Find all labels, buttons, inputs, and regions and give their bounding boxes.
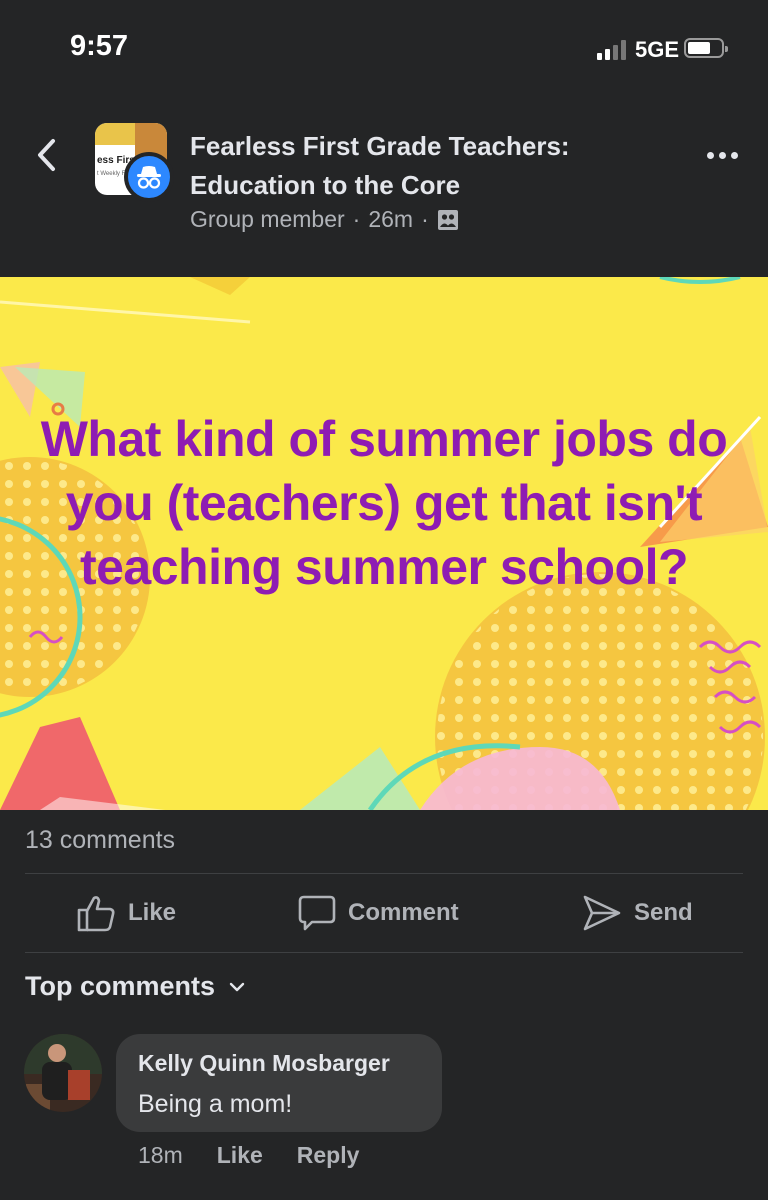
comment-timestamp: 18m: [138, 1142, 183, 1168]
status-bar: 9:57 5GE: [0, 0, 768, 100]
clock: 9:57: [70, 30, 129, 62]
anonymous-member-badge-icon: [124, 152, 174, 202]
meta-separator: ·: [352, 206, 361, 232]
like-button[interactable]: Like: [76, 888, 176, 938]
battery-icon: [684, 38, 728, 58]
comment-reply-button[interactable]: Reply: [297, 1142, 360, 1169]
post-timestamp[interactable]: 26m: [368, 206, 413, 233]
post-image-text: What kind of summer jobs do you (teacher…: [40, 411, 728, 595]
membership-label: Group member: [190, 206, 345, 232]
comment-bubble[interactable]: Kelly Quinn Mosbarger Being a mom!: [116, 1034, 442, 1132]
comment-sort-dropdown[interactable]: Top comments: [25, 971, 245, 1002]
avatar[interactable]: [24, 1034, 102, 1112]
cellular-signal-icon: [597, 38, 631, 60]
group-icon: [437, 209, 458, 230]
comment-count[interactable]: 13 comments: [25, 826, 175, 855]
group-name-link[interactable]: Fearless First Grade Teachers: Education…: [190, 127, 660, 205]
comment-author[interactable]: Kelly Quinn Mosbarger: [138, 1050, 390, 1077]
send-icon: [583, 895, 621, 931]
thumbs-up-icon: [77, 896, 115, 932]
back-button[interactable]: [28, 130, 64, 180]
divider: [25, 952, 743, 953]
post-image[interactable]: What kind of summer jobs do you (teacher…: [0, 277, 768, 810]
comment-text: Being a mom!: [138, 1090, 293, 1118]
divider: [25, 873, 743, 874]
comment-like-button[interactable]: Like: [217, 1142, 263, 1169]
comment-bubble-icon: [298, 895, 336, 931]
chevron-left-icon: [38, 139, 55, 171]
send-button[interactable]: Send: [582, 888, 693, 938]
chevron-down-icon: [229, 982, 245, 991]
network-type: 5GE: [635, 37, 680, 62]
comment-footer: 18m Like Reply: [138, 1142, 359, 1169]
comment-button[interactable]: Comment: [298, 888, 459, 938]
post-meta: Group member · 26m ·: [190, 206, 459, 233]
more-options-icon[interactable]: [702, 140, 742, 170]
